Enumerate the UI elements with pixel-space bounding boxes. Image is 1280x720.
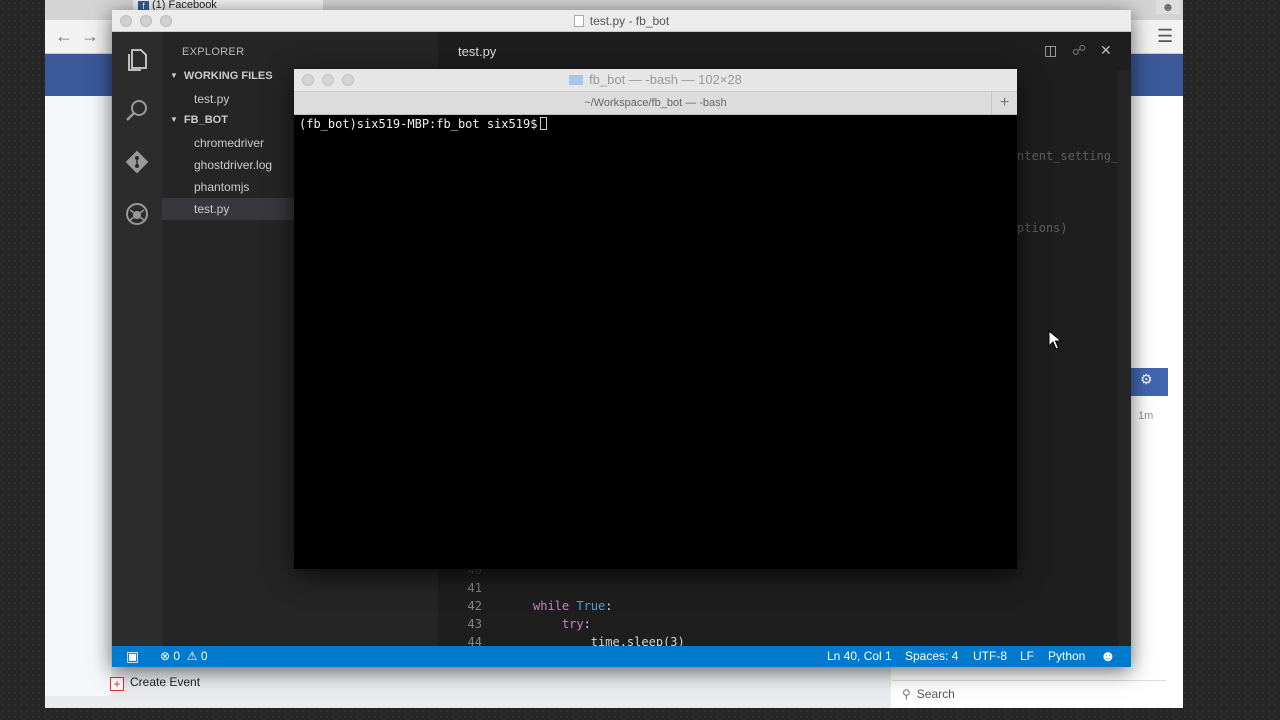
activity-bar xyxy=(112,32,162,646)
folder-label: FB_BOT xyxy=(183,114,228,126)
code-punct: : xyxy=(583,617,591,631)
plus-icon: + xyxy=(110,677,124,691)
remote-icon[interactable]: ▣ xyxy=(126,646,139,667)
explorer-title: EXPLORER xyxy=(182,46,245,58)
terminal-cursor xyxy=(540,117,548,130)
keyword-true: True xyxy=(576,599,606,613)
create-event-link[interactable]: + Create Event xyxy=(110,675,200,691)
user-profile-icon[interactable]: ☻ xyxy=(1156,0,1180,14)
new-tab-plus-icon[interactable]: + xyxy=(991,92,1017,114)
terminal-close-button[interactable] xyxy=(302,74,314,86)
code-line: 44 time.sleep(3) xyxy=(438,635,1118,646)
terminal-minimize-button[interactable] xyxy=(322,74,334,86)
terminal-prompt: (fb_bot)six519-MBP:fb_bot six519$ xyxy=(299,117,548,131)
close-window-button[interactable] xyxy=(120,15,132,27)
editor-tab-bar: test.py ◫ ☍ ✕ xyxy=(438,32,1131,70)
terminal-body[interactable]: (fb_bot)six519-MBP:fb_bot six519$ xyxy=(294,115,1017,569)
code-text: time.sleep(3) xyxy=(533,635,685,646)
activity-time: 1m xyxy=(1138,410,1154,422)
terminal-window: fb_bot — -bash — 102×28 ~/Workspace/fb_b… xyxy=(294,69,1017,569)
vscode-titlebar: test.py - fb_bot xyxy=(112,10,1131,32)
facebook-search-input[interactable]: ⚲ Search xyxy=(892,680,1166,706)
terminal-zoom-button[interactable] xyxy=(342,74,354,86)
gear-icon[interactable]: ⚙ xyxy=(1140,371,1153,388)
code-punct: : xyxy=(605,599,613,613)
prompt-text: (fb_bot)six519-MBP:fb_bot six519$ xyxy=(299,117,538,131)
git-icon[interactable] xyxy=(124,150,150,176)
feedback-smiley-icon[interactable]: ☻ xyxy=(1100,646,1116,667)
file-icon xyxy=(573,15,584,27)
minimize-window-button[interactable] xyxy=(140,15,152,27)
explorer-files-icon[interactable] xyxy=(124,48,150,74)
warning-icon: ⚠ xyxy=(186,649,198,663)
mouse-pointer-icon xyxy=(1048,330,1062,350)
line-number: 43 xyxy=(467,617,482,631)
forward-arrow-icon[interactable]: → xyxy=(81,26,99,47)
working-files-header[interactable]: ▼ WORKING FILES xyxy=(170,70,273,82)
eol-setting[interactable]: LF xyxy=(1020,646,1034,667)
line-number: 44 xyxy=(467,635,482,646)
keyword-try: try xyxy=(561,617,584,631)
working-files-label: WORKING FILES xyxy=(183,70,273,82)
debug-icon[interactable] xyxy=(124,202,150,228)
terminal-title: fb_bot — -bash — 102×28 xyxy=(589,72,742,87)
error-icon: ⊗ xyxy=(160,649,171,663)
terminal-path: ~/Workspace/fb_bot — -bash xyxy=(584,97,727,109)
folder-header[interactable]: ▼ FB_BOT xyxy=(170,114,228,126)
warning-count: 0 xyxy=(200,649,208,663)
line-number: 41 xyxy=(467,581,482,595)
window-title: test.py - fb_bot xyxy=(589,14,670,28)
collapse-triangle-icon: ▼ xyxy=(170,71,178,80)
facebook-left-sidebar xyxy=(45,96,111,696)
problems-indicator[interactable]: ⊗ 0 ⚠ 0 xyxy=(160,646,208,667)
back-arrow-icon[interactable]: ← xyxy=(55,26,73,47)
terminal-tab-bar: ~/Workspace/fb_bot — -bash + xyxy=(294,91,1017,115)
status-bar: ▣ ⊗ 0 ⚠ 0 Ln 40, Col 1 Spaces: 4 UTF-8 L… xyxy=(112,646,1131,667)
close-editor-icon[interactable]: ✕ xyxy=(1100,42,1112,59)
collapse-triangle-icon: ▼ xyxy=(170,115,178,124)
search-placeholder: Search xyxy=(916,687,955,701)
search-icon: ⚲ xyxy=(902,687,911,701)
encoding-setting[interactable]: UTF-8 xyxy=(973,646,1007,667)
line-number: 42 xyxy=(467,599,482,613)
create-event-label: Create Event xyxy=(130,675,201,689)
code-line: 43 try: xyxy=(438,617,1118,635)
menu-icon[interactable]: ☰ xyxy=(1157,26,1173,47)
keyword-while: while xyxy=(533,599,570,613)
search-icon[interactable] xyxy=(124,98,150,124)
error-count: 0 xyxy=(173,649,181,663)
code-line: 42 while True: xyxy=(438,599,1118,617)
zoom-window-button[interactable] xyxy=(160,15,172,27)
code-line: 41 xyxy=(438,581,1118,599)
tab-test-py[interactable]: test.py xyxy=(458,44,496,59)
language-mode[interactable]: Python xyxy=(1048,646,1085,667)
terminal-titlebar: fb_bot — -bash — 102×28 xyxy=(294,69,1017,91)
folder-icon xyxy=(569,75,584,85)
indentation-setting[interactable]: Spaces: 4 xyxy=(905,646,958,667)
cursor-position[interactable]: Ln 40, Col 1 xyxy=(827,646,892,667)
editor-scrollbar[interactable] xyxy=(1118,70,1131,646)
open-changes-icon[interactable]: ☍ xyxy=(1072,42,1086,59)
split-editor-icon[interactable]: ◫ xyxy=(1044,42,1057,59)
